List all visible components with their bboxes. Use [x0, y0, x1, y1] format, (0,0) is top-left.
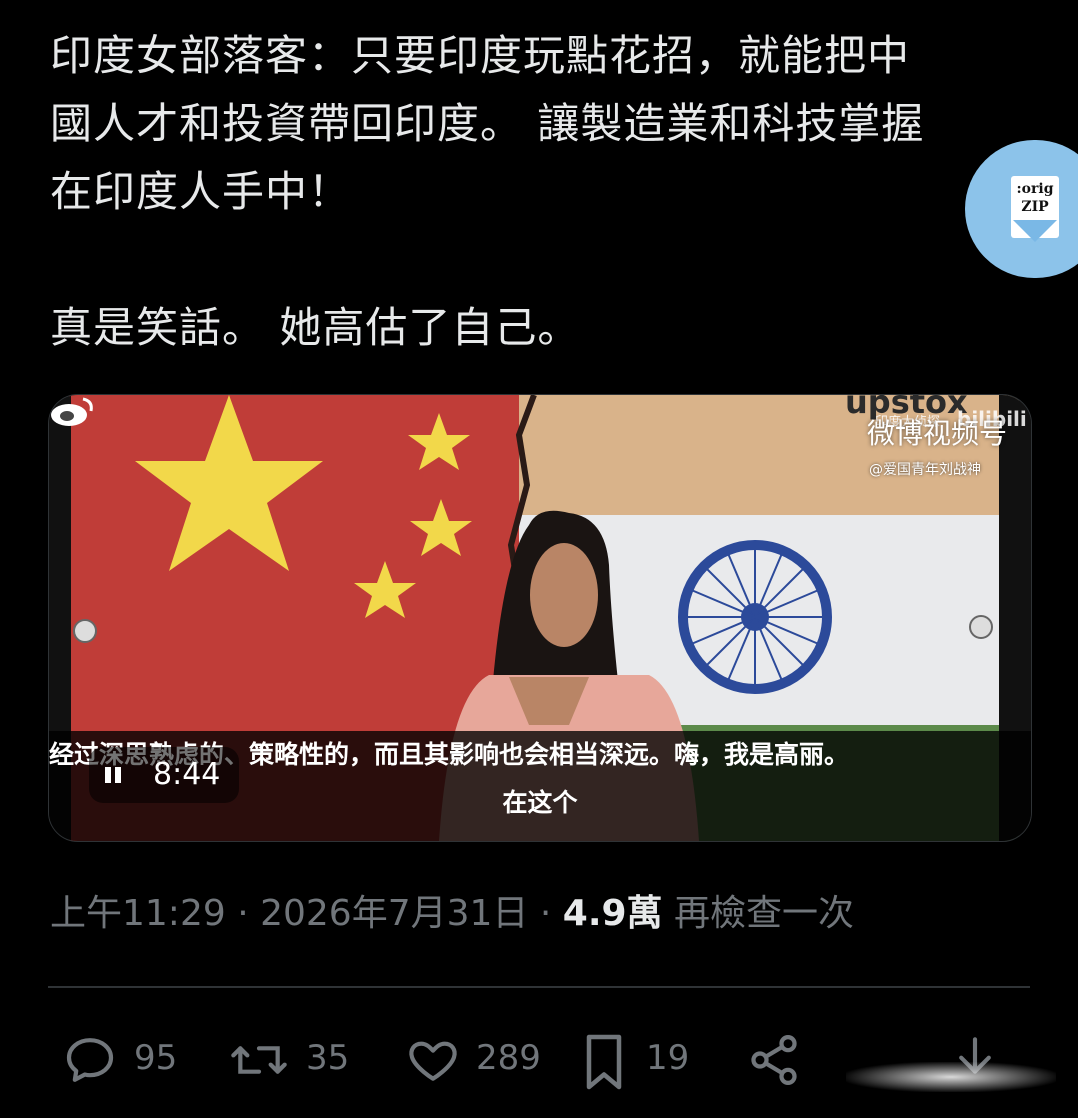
reply-button[interactable]: 95 — [62, 1024, 182, 1094]
arrow-down-icon — [1013, 220, 1057, 242]
like-button[interactable]: 289 — [404, 1024, 554, 1094]
view-count: 4.9萬 — [562, 893, 663, 934]
tweet-text: 印度女部落客：只要印度玩點花招，就能把中 國人才和投資帶回印度。 讓製造業和科技… — [50, 22, 1030, 362]
tweet-text-line: 印度女部落客：只要印度玩點花招，就能把中 — [50, 31, 911, 80]
recheck-link[interactable]: 再檢查一次 — [674, 893, 854, 934]
share-button[interactable] — [746, 1024, 806, 1094]
bookmark-button[interactable]: 19 — [578, 1024, 698, 1094]
watermark-smudge — [846, 1062, 1056, 1092]
share-icon — [751, 1035, 797, 1085]
meta-separator: · — [225, 893, 261, 934]
pause-icon[interactable] — [103, 763, 125, 787]
bookmark-count: 19 — [646, 1038, 690, 1078]
zip-label-zip: ZIP — [1021, 199, 1049, 215]
video-duration: 8:44 — [153, 757, 221, 792]
reply-count: 95 — [134, 1038, 178, 1078]
video-duration-badge[interactable]: 8:44 — [89, 747, 239, 803]
bookmark-icon — [586, 1034, 622, 1090]
like-count: 289 — [476, 1038, 541, 1078]
retweet-count: 35 — [306, 1038, 350, 1078]
video-player[interactable]: upstox 印度大侦探 bilibili 微博视频号 @爱国青年刘战神 经过深… — [48, 394, 1032, 842]
retweet-button[interactable]: 35 — [228, 1024, 358, 1094]
watermark-handle: @爱国青年刘战神 — [869, 462, 981, 478]
weibo-logo-icon — [51, 397, 93, 426]
tweet-text-line: 真是笑話。 她高估了自己。 — [50, 303, 581, 352]
zip-label-orig: :orig — [1016, 181, 1054, 197]
heart-icon — [409, 1041, 457, 1081]
watermark-weibo: 微博视频号 — [867, 417, 1008, 450]
tweet-date[interactable]: 2026年7月31日 — [260, 893, 528, 934]
reply-icon — [66, 1038, 114, 1082]
tweet-meta: 上午11:29 · 2026年7月31日 · 4.9萬 再檢查一次 — [50, 890, 854, 938]
divider — [48, 986, 1030, 988]
tweet-text-line: 國人才和投資帶回印度。 讓製造業和科技掌握 — [50, 99, 925, 148]
retweet-icon — [231, 1046, 287, 1074]
tweet-text-line: 在印度人手中！ — [50, 167, 352, 216]
tweet-time[interactable]: 上午11:29 — [50, 893, 226, 934]
meta-separator: · — [528, 893, 563, 934]
